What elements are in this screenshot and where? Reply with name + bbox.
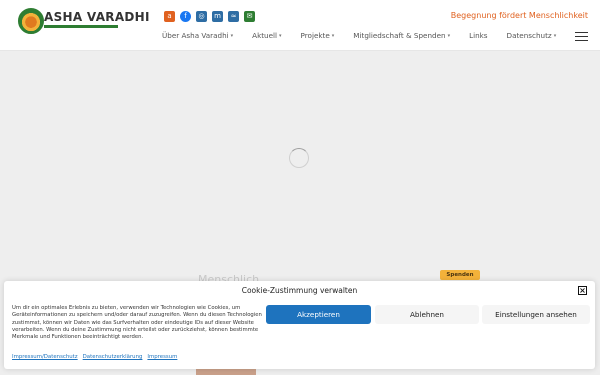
link-datenschutzerklaerung[interactable]: Datenschutzerklärung xyxy=(83,354,143,360)
accept-button[interactable]: Akzeptieren xyxy=(266,305,371,324)
nav-item-label: Datenschutz xyxy=(506,31,552,40)
mastodon-icon[interactable]: m xyxy=(212,11,223,22)
brand-name[interactable]: ASHA VARADHI xyxy=(44,10,150,24)
cookie-title: Cookie-Zustimmung verwalten xyxy=(241,286,358,295)
nav-item-datenschutz[interactable]: Datenschutz ▾ xyxy=(507,31,557,40)
chevron-down-icon: ▾ xyxy=(447,32,451,39)
link-impressum-datenschutz[interactable]: Impressum/Datenschutz xyxy=(12,354,78,360)
settings-button[interactable]: Einstellungen ansehen xyxy=(482,305,590,324)
social-links: a f ◎ m ≈ ✉ xyxy=(164,11,255,22)
header-tagline: Begegnung fördert Menschlichkeit xyxy=(450,11,588,20)
facebook-icon[interactable]: f xyxy=(180,11,191,22)
brand-underline xyxy=(44,25,118,28)
instagram-icon[interactable]: ◎ xyxy=(196,11,207,22)
menu-icon[interactable] xyxy=(575,32,588,41)
mail-icon[interactable]: ✉ xyxy=(244,11,255,22)
nav-item-aktuell[interactable]: Aktuell ▾ xyxy=(252,31,281,40)
cookie-description: Um dir ein optimales Erlebnis zu bieten,… xyxy=(12,305,262,341)
nav-item-label: Mitgliedschaft & Spenden xyxy=(353,31,446,40)
cookie-consent-dialog: Cookie-Zustimmung verwalten × Um dir ein… xyxy=(4,281,595,369)
decline-button[interactable]: Ablehnen xyxy=(375,305,479,324)
chevron-down-icon: ▾ xyxy=(230,32,234,39)
nav-item-label: Über Asha Varadhi xyxy=(162,31,229,40)
nav-item-mitgliedschaft[interactable]: Mitgliedschaft & Spenden ▾ xyxy=(353,31,450,40)
cookie-links: Impressum/Datenschutz Datenschutzerkläru… xyxy=(12,354,177,360)
hero-image xyxy=(196,368,256,375)
chevron-down-icon: ▾ xyxy=(553,32,557,39)
logo-icon[interactable] xyxy=(18,8,44,34)
nav-item-label: Aktuell xyxy=(252,31,278,40)
nav-item-projekte[interactable]: Projekte ▾ xyxy=(301,31,335,40)
donate-button[interactable]: Spenden xyxy=(440,270,480,280)
site-header: ASHA VARADHI a f ◎ m ≈ ✉ Begegnung förde… xyxy=(0,0,600,51)
link-impressum[interactable]: Impressum xyxy=(147,354,177,360)
loading-spinner-icon xyxy=(289,148,309,168)
feed-icon[interactable]: a xyxy=(164,11,175,22)
nav-item-links[interactable]: Links xyxy=(469,31,487,40)
main-nav: Über Asha Varadhi ▾ Aktuell ▾ Projekte ▾… xyxy=(162,31,575,40)
chevron-down-icon: ▾ xyxy=(331,32,335,39)
rss-icon[interactable]: ≈ xyxy=(228,11,239,22)
nav-item-ueber[interactable]: Über Asha Varadhi ▾ xyxy=(162,31,233,40)
nav-item-label: Links xyxy=(469,31,488,40)
close-icon[interactable]: × xyxy=(578,286,587,295)
chevron-down-icon: ▾ xyxy=(279,32,282,39)
nav-item-label: Projekte xyxy=(300,31,330,40)
